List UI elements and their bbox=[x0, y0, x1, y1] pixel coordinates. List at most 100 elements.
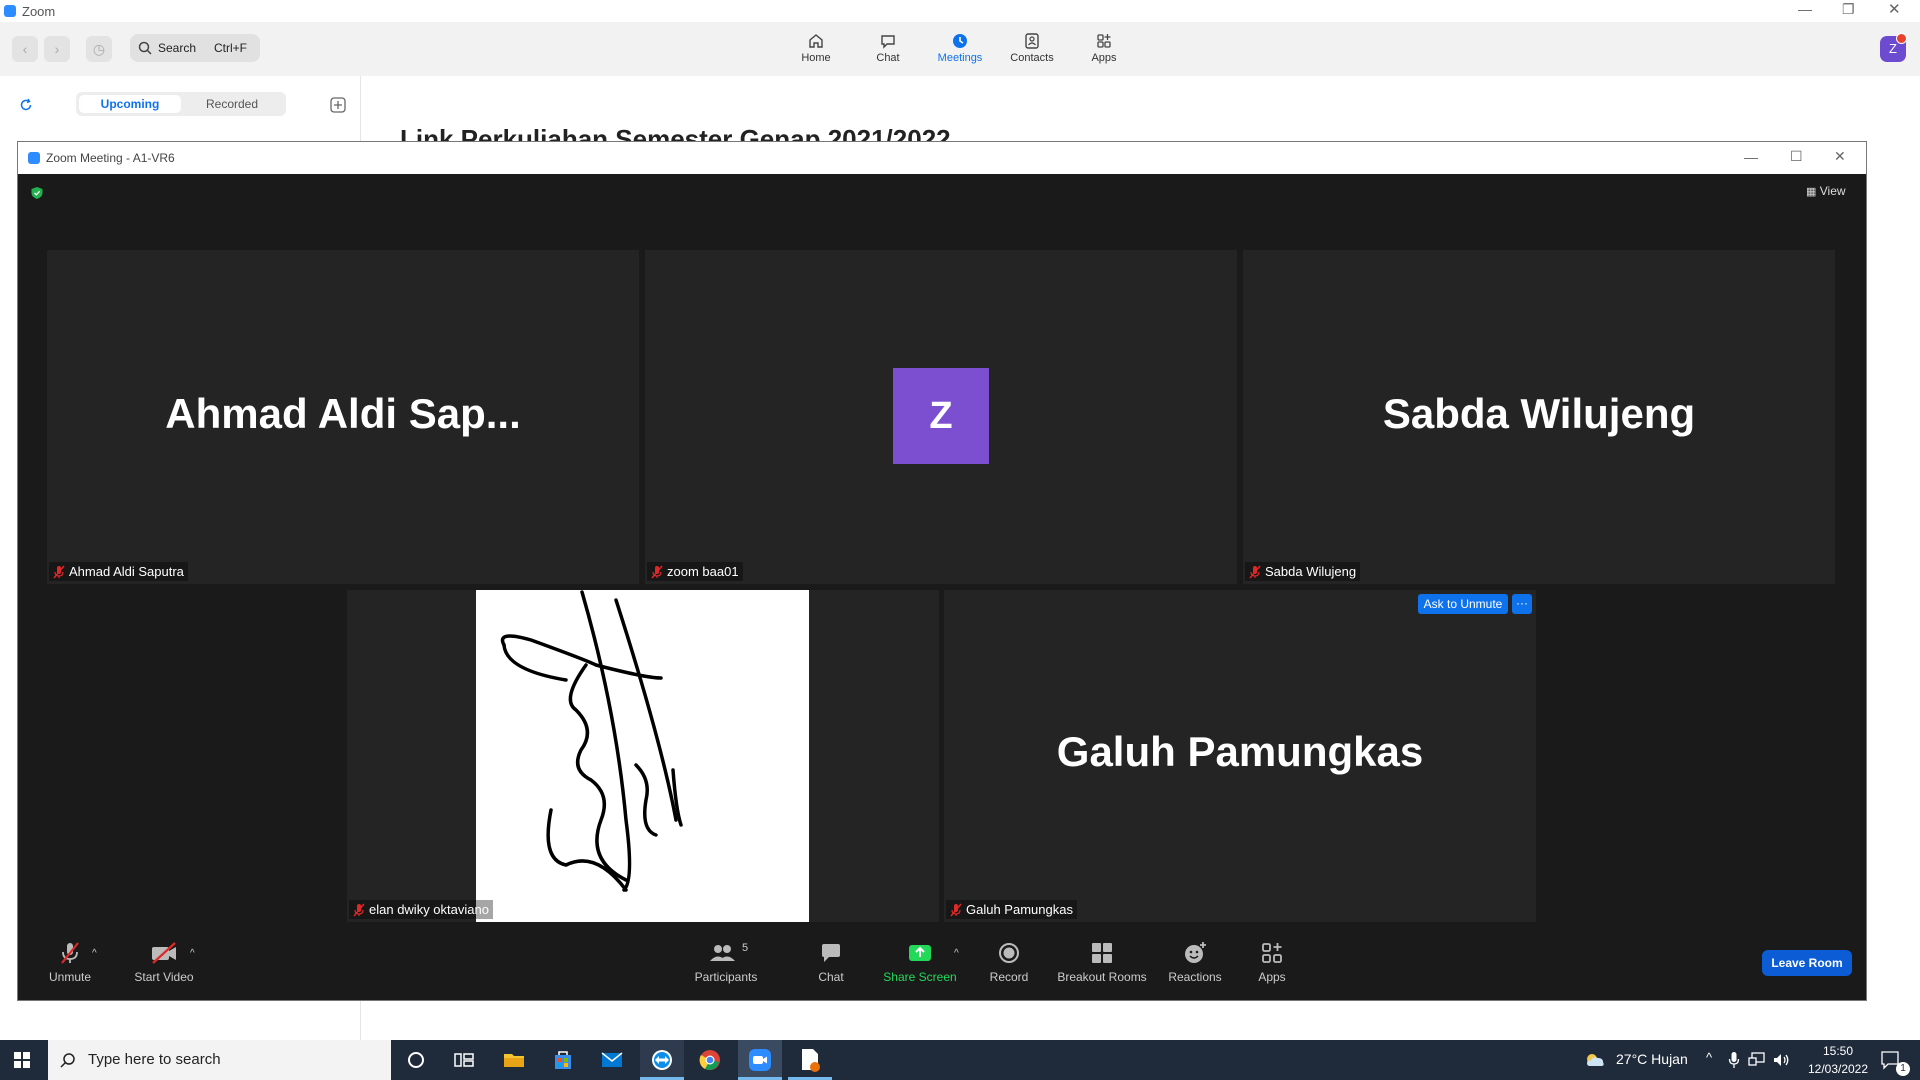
meeting-close-icon[interactable]: ✕ bbox=[1834, 148, 1846, 165]
notification-dot bbox=[1896, 33, 1907, 44]
windows-start-icon[interactable] bbox=[14, 1052, 30, 1068]
record-button[interactable]: Record bbox=[978, 940, 1040, 984]
weather-text[interactable]: 27°C Hujan bbox=[1616, 1051, 1688, 1067]
search-input[interactable]: Search Ctrl+F bbox=[130, 34, 260, 62]
tray-expand-icon[interactable]: ^ bbox=[1706, 1050, 1712, 1065]
restore-icon[interactable]: ❐ bbox=[1842, 1, 1855, 18]
participant-name: elan dwiky oktaviano bbox=[369, 902, 489, 917]
file-explorer-icon[interactable] bbox=[502, 1048, 526, 1072]
apps-icon bbox=[1097, 34, 1111, 48]
meetings-tabs: Upcoming Recorded bbox=[76, 92, 286, 116]
taskbar-document-app[interactable] bbox=[788, 1040, 832, 1080]
close-icon[interactable]: ✕ bbox=[1888, 0, 1901, 18]
back-icon[interactable]: ‹ bbox=[12, 36, 38, 62]
ask-to-unmute-button[interactable]: Ask to Unmute bbox=[1418, 594, 1508, 614]
meeting-minimize-icon[interactable]: — bbox=[1744, 149, 1758, 165]
leave-room-button[interactable]: Leave Room bbox=[1762, 950, 1852, 976]
home-icon bbox=[809, 34, 823, 48]
grid-icon: ▦ bbox=[1806, 186, 1817, 198]
cortana-icon[interactable] bbox=[404, 1048, 428, 1072]
muted-mic-icon bbox=[950, 903, 962, 917]
apps-button[interactable]: Apps bbox=[1244, 940, 1300, 984]
view-button[interactable]: ▦ View bbox=[1806, 184, 1846, 198]
microphone-icon[interactable] bbox=[1728, 1051, 1740, 1069]
clock-time[interactable]: 15:50 bbox=[1810, 1044, 1866, 1058]
zoom-logo-icon bbox=[28, 152, 40, 164]
start-video-button[interactable]: Start Video bbox=[124, 940, 204, 984]
meeting-body: ▦ View Ahmad Aldi Sap... Ahmad Aldi Sapu… bbox=[18, 174, 1866, 1000]
app-titlebar: Zoom — ❐ ✕ bbox=[0, 0, 1920, 22]
document-icon bbox=[802, 1049, 820, 1072]
share-screen-button[interactable]: Share Screen bbox=[876, 940, 964, 984]
heading-clip: Link Perkuliahan Semester Genap 2021/202… bbox=[360, 118, 1920, 141]
unmute-button[interactable]: Unmute bbox=[38, 940, 102, 984]
participant-display-name: Sabda Wilujeng bbox=[1382, 390, 1696, 437]
refresh-icon[interactable] bbox=[19, 98, 33, 112]
taskbar-teamviewer[interactable] bbox=[640, 1040, 684, 1080]
taskbar: Type here to search 27°C Hujan ^ 15:50 1… bbox=[0, 1040, 1920, 1080]
taskbar-zoom[interactable] bbox=[738, 1040, 782, 1080]
video-options-caret-icon[interactable]: ^ bbox=[190, 948, 195, 959]
nav-contacts[interactable]: Contacts bbox=[997, 32, 1067, 64]
nav-chat[interactable]: Chat bbox=[853, 32, 923, 64]
store-icon[interactable] bbox=[551, 1048, 575, 1072]
signature-image bbox=[500, 590, 683, 892]
video-tile-sabda[interactable]: Sabda Wilujeng Sabda Wilujeng bbox=[1243, 250, 1835, 584]
profile-picture bbox=[476, 590, 809, 922]
volume-icon[interactable] bbox=[1772, 1052, 1790, 1068]
reactions-button[interactable]: Reactions bbox=[1160, 940, 1230, 984]
video-tile-ahmad[interactable]: Ahmad Aldi Sap... Ahmad Aldi Saputra bbox=[47, 250, 639, 584]
taskbar-search-placeholder: Type here to search bbox=[88, 1051, 221, 1068]
muted-mic-icon bbox=[61, 942, 79, 964]
muted-mic-icon bbox=[353, 903, 365, 917]
search-icon bbox=[138, 41, 152, 55]
video-tile-elan[interactable]: elan dwiky oktaviano bbox=[347, 590, 939, 922]
more-options-button[interactable]: ··· bbox=[1512, 594, 1532, 614]
nav-home-label: Home bbox=[801, 52, 831, 64]
taskbar-search-input[interactable]: Type here to search bbox=[48, 1040, 391, 1080]
record-label: Record bbox=[989, 970, 1029, 984]
encryption-shield-icon[interactable] bbox=[30, 186, 44, 200]
nav-meetings[interactable]: Meetings bbox=[925, 32, 995, 64]
start-video-label: Start Video bbox=[134, 970, 194, 984]
forward-icon[interactable]: › bbox=[44, 36, 70, 62]
video-tile-galuh[interactable]: Galuh Pamungkas Ask to Unmute ··· Galuh … bbox=[944, 590, 1536, 922]
participant-label: Galuh Pamungkas bbox=[946, 900, 1077, 919]
participants-icon bbox=[710, 945, 735, 961]
clock-date[interactable]: 12/03/2022 bbox=[1800, 1062, 1876, 1076]
nav-home[interactable]: Home bbox=[781, 32, 851, 64]
reactions-label: Reactions bbox=[1168, 970, 1222, 984]
minimize-icon[interactable]: — bbox=[1798, 1, 1812, 17]
contacts-icon bbox=[1025, 33, 1039, 49]
share-options-caret-icon[interactable]: ^ bbox=[954, 948, 959, 959]
record-icon bbox=[999, 943, 1019, 963]
apps-icon bbox=[1262, 943, 1282, 963]
network-icon[interactable] bbox=[1748, 1052, 1766, 1068]
reactions-icon bbox=[1185, 942, 1206, 963]
audio-options-caret-icon[interactable]: ^ bbox=[92, 948, 97, 959]
nav-chat-label: Chat bbox=[876, 52, 900, 64]
mail-icon[interactable] bbox=[600, 1048, 624, 1072]
meeting-window: Zoom Meeting - A1-VR6 — ☐ ✕ ▦ View Ahmad… bbox=[17, 141, 1867, 1001]
chat-button[interactable]: Chat bbox=[798, 940, 864, 984]
chat-icon bbox=[881, 35, 895, 49]
tab-recorded[interactable]: Recorded bbox=[181, 95, 283, 113]
chrome-icon[interactable] bbox=[698, 1048, 722, 1072]
breakout-rooms-button[interactable]: Breakout Rooms bbox=[1054, 940, 1150, 984]
participant-avatar: Z bbox=[893, 368, 989, 464]
history-icon[interactable]: ◷ bbox=[86, 36, 112, 62]
participants-button[interactable]: Participants bbox=[678, 940, 774, 984]
video-off-icon bbox=[152, 942, 176, 964]
search-icon bbox=[60, 1053, 75, 1068]
meeting-maximize-icon[interactable]: ☐ bbox=[1790, 148, 1803, 165]
breakout-rooms-label: Breakout Rooms bbox=[1057, 970, 1147, 984]
teamviewer-icon bbox=[652, 1050, 672, 1070]
nav-apps[interactable]: Apps bbox=[1069, 32, 1139, 64]
video-tile-zoom-baa01[interactable]: Z zoom baa01 bbox=[645, 250, 1237, 584]
add-meeting-icon[interactable] bbox=[330, 97, 346, 113]
task-view-icon[interactable] bbox=[452, 1048, 476, 1072]
tab-upcoming[interactable]: Upcoming bbox=[79, 95, 181, 113]
participant-label: elan dwiky oktaviano bbox=[349, 900, 493, 919]
meeting-window-title: Zoom Meeting - A1-VR6 bbox=[46, 151, 175, 165]
weather-cloud-icon[interactable] bbox=[1584, 1051, 1606, 1069]
